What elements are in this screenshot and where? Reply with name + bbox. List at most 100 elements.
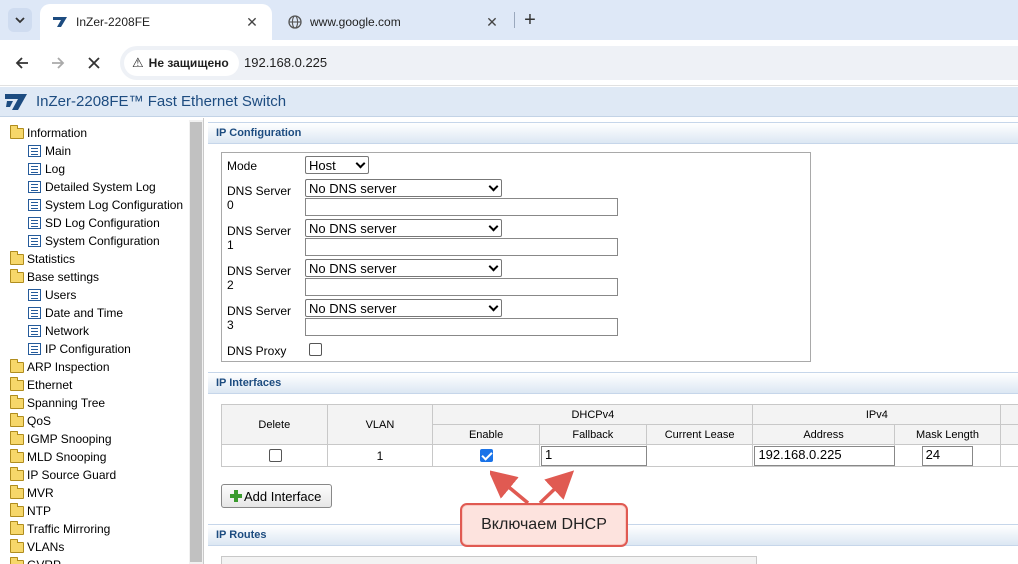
arrow-left-icon [15,57,28,69]
page-icon [28,235,41,247]
sidebar-item-vlans[interactable]: VLANs [0,538,188,556]
sidebar-item-system-configuration[interactable]: System Configuration [0,232,188,250]
sidebar-item-system-log-configuration[interactable]: System Log Configuration [0,196,188,214]
sidebar-item-traffic-mirroring[interactable]: Traffic Mirroring [0,520,188,538]
fallback-input[interactable]: 1 [540,446,647,466]
delete-cell [221,444,328,467]
address-input[interactable]: 192.168.0.225 [754,446,896,466]
sidebar-item-arp-inspection[interactable]: ARP Inspection [0,358,188,376]
folder-icon [10,520,24,535]
chevron-down-icon [15,17,25,24]
sidebar-item-sd-log-configuration[interactable]: SD Log Configuration [0,214,188,232]
sidebar-item-label: Date and Time [45,306,124,320]
sidebar-item-information[interactable]: Information [0,124,188,142]
sidebar-item-spanning-tree[interactable]: Spanning Tree [0,394,188,412]
dhcp-enable-checkbox[interactable] [480,449,494,462]
arrow-to-checkbox [490,470,530,505]
dns-server-1-select[interactable]: No DNS server [305,219,502,237]
chevron-down-icon [488,301,499,312]
mask-length-input[interactable]: 24 [921,446,973,466]
chevron-down-icon [488,261,499,272]
column-header-ipv4: IPv4 [752,404,1002,425]
inzer-logo-icon [5,93,27,110]
sidebar-item-ip-source-guard[interactable]: IP Source Guard [0,466,188,484]
column-header-mask-length: Mask Length [893,424,1002,445]
ip-interfaces-table: Delete VLAN DHCPv4 IPv4 Enable Fallback … [221,404,1018,467]
sidebar-item-date-and-time[interactable]: Date and Time [0,304,188,322]
tab-inzer[interactable]: InZer-2208FE ✕ [40,4,272,40]
column-header-vlan: VLAN [326,404,434,445]
folder-icon [10,394,24,409]
sidebar-item-label: Statistics [27,252,76,266]
tab-search-button[interactable] [8,8,32,32]
sidebar-item-ntp[interactable]: NTP [0,502,188,520]
page-icon [28,325,41,337]
folder-icon [10,466,24,481]
extra-cell [1000,444,1018,467]
label-line: 2 [227,278,234,292]
column-header-current-lease: Current Lease [645,424,754,445]
label-line: 3 [227,318,234,332]
sidebar-item-label: IGMP Snooping [27,432,112,446]
add-interface-button[interactable]: Add Interface [221,484,332,508]
close-icon[interactable]: ✕ [482,12,502,32]
folder-icon [10,430,24,445]
mode-select[interactable]: Host [305,156,369,174]
dns-server-3-select[interactable]: No DNS server [305,299,502,317]
folder-icon [10,376,24,391]
url-text[interactable]: 192.168.0.225 [244,55,327,70]
page-icon [28,217,41,229]
sidebar-item-users[interactable]: Users [0,286,188,304]
sidebar-item-log[interactable]: Log [0,160,188,178]
arrow-to-fallback [538,470,575,505]
tab-divider [514,12,515,28]
column-header-enable: Enable [432,424,540,445]
sidebar-item-mvr[interactable]: MVR [0,484,188,502]
delete-checkbox[interactable] [269,449,282,462]
browser-tab-bar: InZer-2208FE ✕ www.google.com ✕ + [0,0,1018,40]
page-icon [28,181,41,193]
current-lease-cell [645,444,754,467]
sidebar-item-igmp-snooping[interactable]: IGMP Snooping [0,430,188,448]
folder-icon [10,538,24,553]
stop-button[interactable] [81,50,107,76]
page-icon [28,343,41,355]
dns-proxy-checkbox[interactable] [309,343,322,356]
sidebar-item-main[interactable]: Main [0,142,188,160]
sidebar-item-base-settings[interactable]: Base settings [0,268,188,286]
dns-server-0-input[interactable] [305,198,618,216]
dns-server-1-input[interactable] [305,238,618,256]
ip-configuration-panel: Mode Host DNS Server 0 No DNS server DNS… [221,152,811,362]
folder-icon [10,412,24,427]
dns-server-0-select[interactable]: No DNS server [305,179,502,197]
new-tab-button[interactable]: + [518,8,542,32]
sidebar-item-ethernet[interactable]: Ethernet [0,376,188,394]
page-icon [28,163,41,175]
tab-google[interactable]: www.google.com ✕ [276,4,512,40]
sidebar-item-network[interactable]: Network [0,322,188,340]
folder-icon [10,250,24,265]
sidebar-item-statistics[interactable]: Statistics [0,250,188,268]
page-icon [28,199,41,211]
dns-server-2-input[interactable] [305,278,618,296]
forward-button[interactable] [45,50,71,76]
sidebar-item-detailed-system-log[interactable]: Detailed System Log [0,178,188,196]
annotation-callout: Включаем DHCP [460,503,628,547]
add-interface-label: Add Interface [244,488,322,504]
sidebar-scrollbar[interactable] [189,120,203,564]
sidebar-item-gvrp[interactable]: GVRP [0,556,188,564]
back-button[interactable] [9,50,35,76]
close-icon[interactable]: ✕ [242,12,262,32]
tab-title: www.google.com [310,15,401,29]
sidebar-item-qos[interactable]: QoS [0,412,188,430]
scroll-thumb[interactable] [190,122,202,562]
security-chip[interactable]: ⚠ Не защищено [124,50,239,76]
address-bar[interactable]: ⚠ Не защищено 192.168.0.225 [120,46,1018,80]
select-value: No DNS server [309,180,397,196]
dns-server-1-label: DNS Server 1 [227,224,291,252]
sidebar-item-mld-snooping[interactable]: MLD Snooping [0,448,188,466]
dns-server-3-input[interactable] [305,318,618,336]
dns-server-2-select[interactable]: No DNS server [305,259,502,277]
plus-icon [230,490,242,502]
sidebar-item-ip-configuration[interactable]: IP Configuration [0,340,188,358]
